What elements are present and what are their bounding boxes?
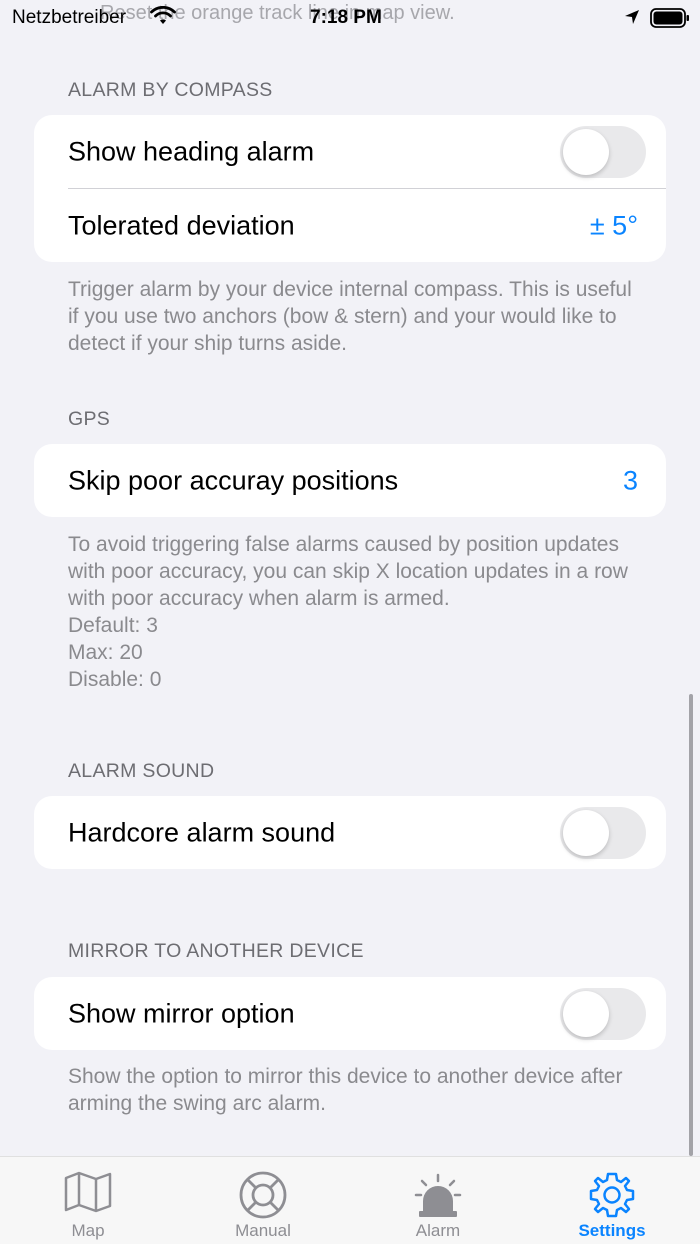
lifebuoy-icon — [239, 1171, 287, 1219]
hardcore-alarm-label: Hardcore alarm sound — [68, 817, 336, 847]
carrier-name: Netzbetreiber — [12, 7, 127, 28]
battery-icon — [650, 8, 689, 28]
siren-icon — [414, 1173, 462, 1217]
tab-map-label: Map — [71, 1221, 105, 1240]
show-mirror-label: Show mirror option — [68, 998, 295, 1028]
gear-icon — [589, 1172, 635, 1218]
tolerated-deviation-label: Tolerated deviation — [68, 210, 295, 240]
clock: 7:18 PM — [310, 7, 382, 28]
show-mirror-toggle[interactable] — [560, 987, 646, 1040]
skip-positions-label: Skip poor accuray positions — [68, 465, 399, 495]
hardcore-alarm-row: Hardcore alarm sound — [34, 796, 666, 869]
tab-manual[interactable]: Manual — [193, 1157, 333, 1244]
hardcore-alarm-toggle[interactable] — [560, 806, 646, 859]
section-header-mirror: MIRROR TO ANOTHER DEVICE — [68, 940, 364, 962]
show-heading-alarm-toggle[interactable] — [560, 125, 646, 178]
toggle-knob — [563, 990, 609, 1037]
location-arrow-icon — [625, 10, 639, 24]
gps-footer-text: To avoid triggering false alarms caused … — [68, 533, 628, 691]
wifi-icon — [150, 6, 176, 24]
status-bar: Reset the orange track line in map view.… — [0, 0, 700, 36]
show-heading-alarm-label: Show heading alarm — [68, 136, 315, 166]
tab-settings[interactable]: Settings — [542, 1157, 682, 1244]
compass-footer: Trigger alarm by your device internal co… — [68, 276, 638, 357]
compass-settings-group: Show heading alarm Tolerated deviation ±… — [34, 115, 666, 262]
tab-manual-label: Manual — [235, 1221, 291, 1240]
tolerated-deviation-row[interactable]: Tolerated deviation ± 5° — [34, 189, 666, 262]
mirror-settings-group: Show mirror option — [34, 977, 666, 1050]
sound-settings-group: Hardcore alarm sound — [34, 796, 666, 869]
section-header-sound: ALARM SOUND — [68, 760, 215, 782]
compass-footer-text: Trigger alarm by your device internal co… — [68, 278, 632, 355]
section-header-gps: GPS — [68, 408, 111, 430]
tab-settings-label: Settings — [578, 1221, 646, 1240]
mirror-footer: Show the option to mirror this device to… — [68, 1063, 638, 1117]
show-heading-alarm-row: Show heading alarm — [34, 115, 666, 188]
show-mirror-row: Show mirror option — [34, 977, 666, 1050]
tab-map[interactable]: Map — [18, 1157, 158, 1244]
gps-settings-group: Skip poor accuray positions 3 — [34, 444, 666, 517]
tab-alarm-label: Alarm — [415, 1221, 461, 1240]
gps-footer: To avoid triggering false alarms caused … — [68, 531, 638, 693]
mirror-footer-text: Show the option to mirror this device to… — [68, 1065, 623, 1115]
skip-positions-value: 3 — [622, 465, 638, 495]
toggle-knob — [563, 128, 609, 175]
section-header-compass: ALARM BY COMPASS — [68, 79, 273, 101]
scroll-indicator[interactable] — [689, 694, 693, 1156]
tolerated-deviation-value: ± 5° — [589, 210, 638, 240]
tab-bar: Map Manual Alarm Settings — [0, 1156, 700, 1244]
tab-alarm[interactable]: Alarm — [368, 1157, 508, 1244]
toggle-knob — [563, 809, 609, 856]
skip-positions-row[interactable]: Skip poor accuray positions 3 — [34, 444, 666, 517]
map-icon — [64, 1171, 112, 1213]
